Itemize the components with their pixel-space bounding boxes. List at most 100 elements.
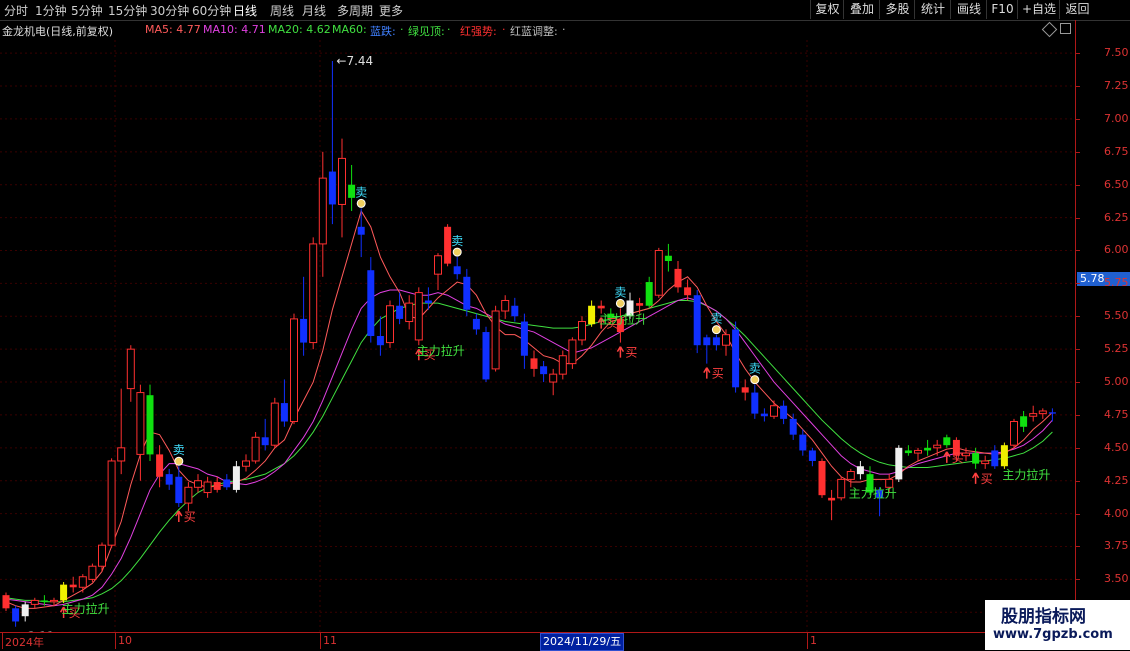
candle [703, 334, 711, 364]
candle [674, 261, 682, 293]
candle [520, 313, 528, 369]
toolbar-button-4[interactable]: 画线 [950, 0, 987, 19]
period-7[interactable]: 周线 [270, 2, 294, 19]
indicator-0: MA5: 4.77 [145, 23, 201, 36]
candle-body [78, 576, 87, 588]
y-tick-mark [1076, 414, 1080, 416]
y-tick-label: 4.00 [1104, 506, 1129, 520]
candle-body [1029, 413, 1038, 417]
period-8[interactable]: 月线 [302, 2, 326, 19]
candle [933, 439, 942, 456]
y-tick-label: 6.00 [1104, 243, 1129, 257]
x-tick-label: 11 [323, 634, 337, 647]
candle-body [328, 171, 336, 205]
candle-body [991, 450, 999, 467]
candle-body [60, 584, 68, 601]
toolbar-button-6[interactable]: +自选 [1017, 0, 1060, 19]
candle-body [818, 460, 826, 496]
y-tick-label: 4.25 [1104, 473, 1129, 487]
toolbar-button-1[interactable]: 叠加 [843, 0, 880, 19]
period-6[interactable]: 日线 [233, 2, 257, 19]
candle-body [223, 479, 231, 488]
candle [30, 597, 39, 609]
sell-signal-label: 卖 [173, 443, 185, 457]
period-4[interactable]: 30分钟 [150, 2, 189, 19]
candle-body [270, 402, 279, 446]
y-tick-mark [1076, 513, 1080, 515]
indicator-legend: 金龙机电(日线,前复权) MA5: 4.77 MA10: 4.71 MA20: 4.… [0, 21, 1075, 39]
y-tick-label: 3.50 [1104, 572, 1129, 586]
money-bag-icon [452, 247, 462, 257]
candle-body [520, 321, 528, 356]
toolbar-button-3[interactable]: 统计 [914, 0, 951, 19]
toolbar-button-5[interactable]: F10 [986, 0, 1018, 19]
candle-body [251, 436, 260, 462]
candle [136, 384, 145, 481]
candle-body [1038, 410, 1047, 415]
candle-body [50, 599, 58, 603]
y-tick-label: 4.75 [1104, 407, 1129, 421]
y-tick-label: 5.25 [1104, 342, 1129, 356]
candle [463, 268, 471, 317]
candle [309, 237, 318, 350]
toolbar-button-0[interactable]: 复权 [810, 0, 844, 19]
candle-body [846, 471, 855, 480]
toolbar-button-7[interactable]: 返回 [1059, 0, 1095, 19]
candle-body [943, 437, 951, 446]
candle-body [2, 595, 10, 609]
period-3[interactable]: 15分钟 [108, 2, 147, 19]
toolbar-button-2[interactable]: 多股 [879, 0, 915, 19]
candle-body [712, 337, 720, 346]
watermark-title: 股朋指标网 [1001, 607, 1086, 627]
candle [760, 408, 768, 422]
candle-body [117, 447, 126, 462]
candle [904, 445, 912, 456]
candle [780, 400, 788, 425]
candle [491, 305, 500, 372]
period-0[interactable]: 分时 [4, 2, 28, 19]
period-1[interactable]: 1分钟 [35, 2, 67, 19]
candle [232, 460, 240, 493]
period-5[interactable]: 60分钟 [192, 2, 231, 19]
period-10[interactable]: 更多 [379, 2, 403, 19]
expand-icon[interactable] [1060, 23, 1071, 34]
candle [1000, 442, 1008, 469]
candle-body [12, 608, 20, 622]
candle [156, 445, 164, 488]
y-tick-label: 6.25 [1104, 210, 1129, 224]
candle-body [376, 336, 384, 346]
period-2[interactable]: 5分钟 [71, 2, 103, 19]
candle [654, 247, 663, 298]
date-axis: 2024/11/29/五 2024年 10 11 1 [0, 632, 1075, 651]
candle-body [568, 339, 577, 365]
period-toolbar: 分时 1分钟 5分钟 15分钟 30分钟 60分钟 日线 周线 月线 多周期 更多 复权 叠加 多股 统计画… [0, 0, 1130, 21]
candle [1020, 410, 1028, 433]
candle [367, 257, 375, 343]
candle-body [511, 305, 519, 317]
candle-body [684, 287, 692, 296]
candle-body [357, 226, 365, 235]
y-tick-mark [1076, 480, 1080, 482]
y-tick-label: 6.75 [1104, 144, 1129, 158]
period-9[interactable]: 多周期 [337, 2, 373, 19]
candle-body [280, 403, 288, 422]
candlestick-chart[interactable]: 买买买买买买买买卖卖卖卖卖卖主力拉升主力拉升主力拉升主力拉升主力拉升←7.44←… [0, 40, 1075, 632]
candle-body [751, 392, 759, 414]
candle-body [904, 450, 912, 454]
candle [348, 164, 356, 212]
price-axis: 5.78 7.50 7.25 7.00 6.75 6.50 6.25 6.00 5.75 5.5… [1075, 20, 1130, 632]
candle [338, 138, 346, 238]
candle-body [578, 321, 586, 341]
candle [290, 313, 298, 425]
candle-body [213, 482, 221, 490]
y-tick-label: 5.00 [1104, 375, 1129, 389]
candle [828, 489, 836, 521]
y-tick-label: 7.25 [1104, 79, 1129, 93]
candle-body [194, 480, 202, 488]
candle-body [290, 318, 298, 423]
y-tick-label: 5.75 [1104, 276, 1129, 290]
candle [789, 413, 797, 440]
y-tick-label: 3.75 [1104, 539, 1129, 553]
buy-signal-label: 买 [625, 346, 637, 360]
candle-body [933, 444, 942, 449]
